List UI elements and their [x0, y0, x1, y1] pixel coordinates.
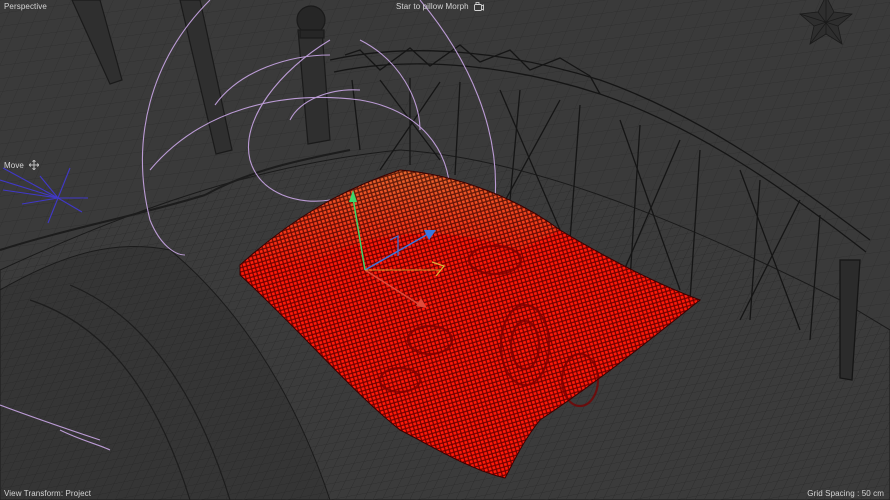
3d-viewport[interactable]: Perspective Star to pillow Morph Move Vi… [0, 0, 890, 500]
scene-title: Star to pillow Morph [396, 2, 484, 11]
scene-title-text: Star to pillow Morph [396, 2, 469, 11]
grid-spacing-label: Grid Spacing : 50 cm [807, 489, 884, 498]
active-tool: Move [4, 160, 39, 170]
camera-label[interactable]: Perspective [4, 2, 47, 11]
view-transform-label: View Transform: Project [4, 489, 92, 498]
move-arrows-icon [28, 160, 39, 170]
scene-render[interactable] [0, 0, 890, 500]
tool-label: Move [4, 160, 24, 170]
camera-icon[interactable] [473, 2, 484, 11]
